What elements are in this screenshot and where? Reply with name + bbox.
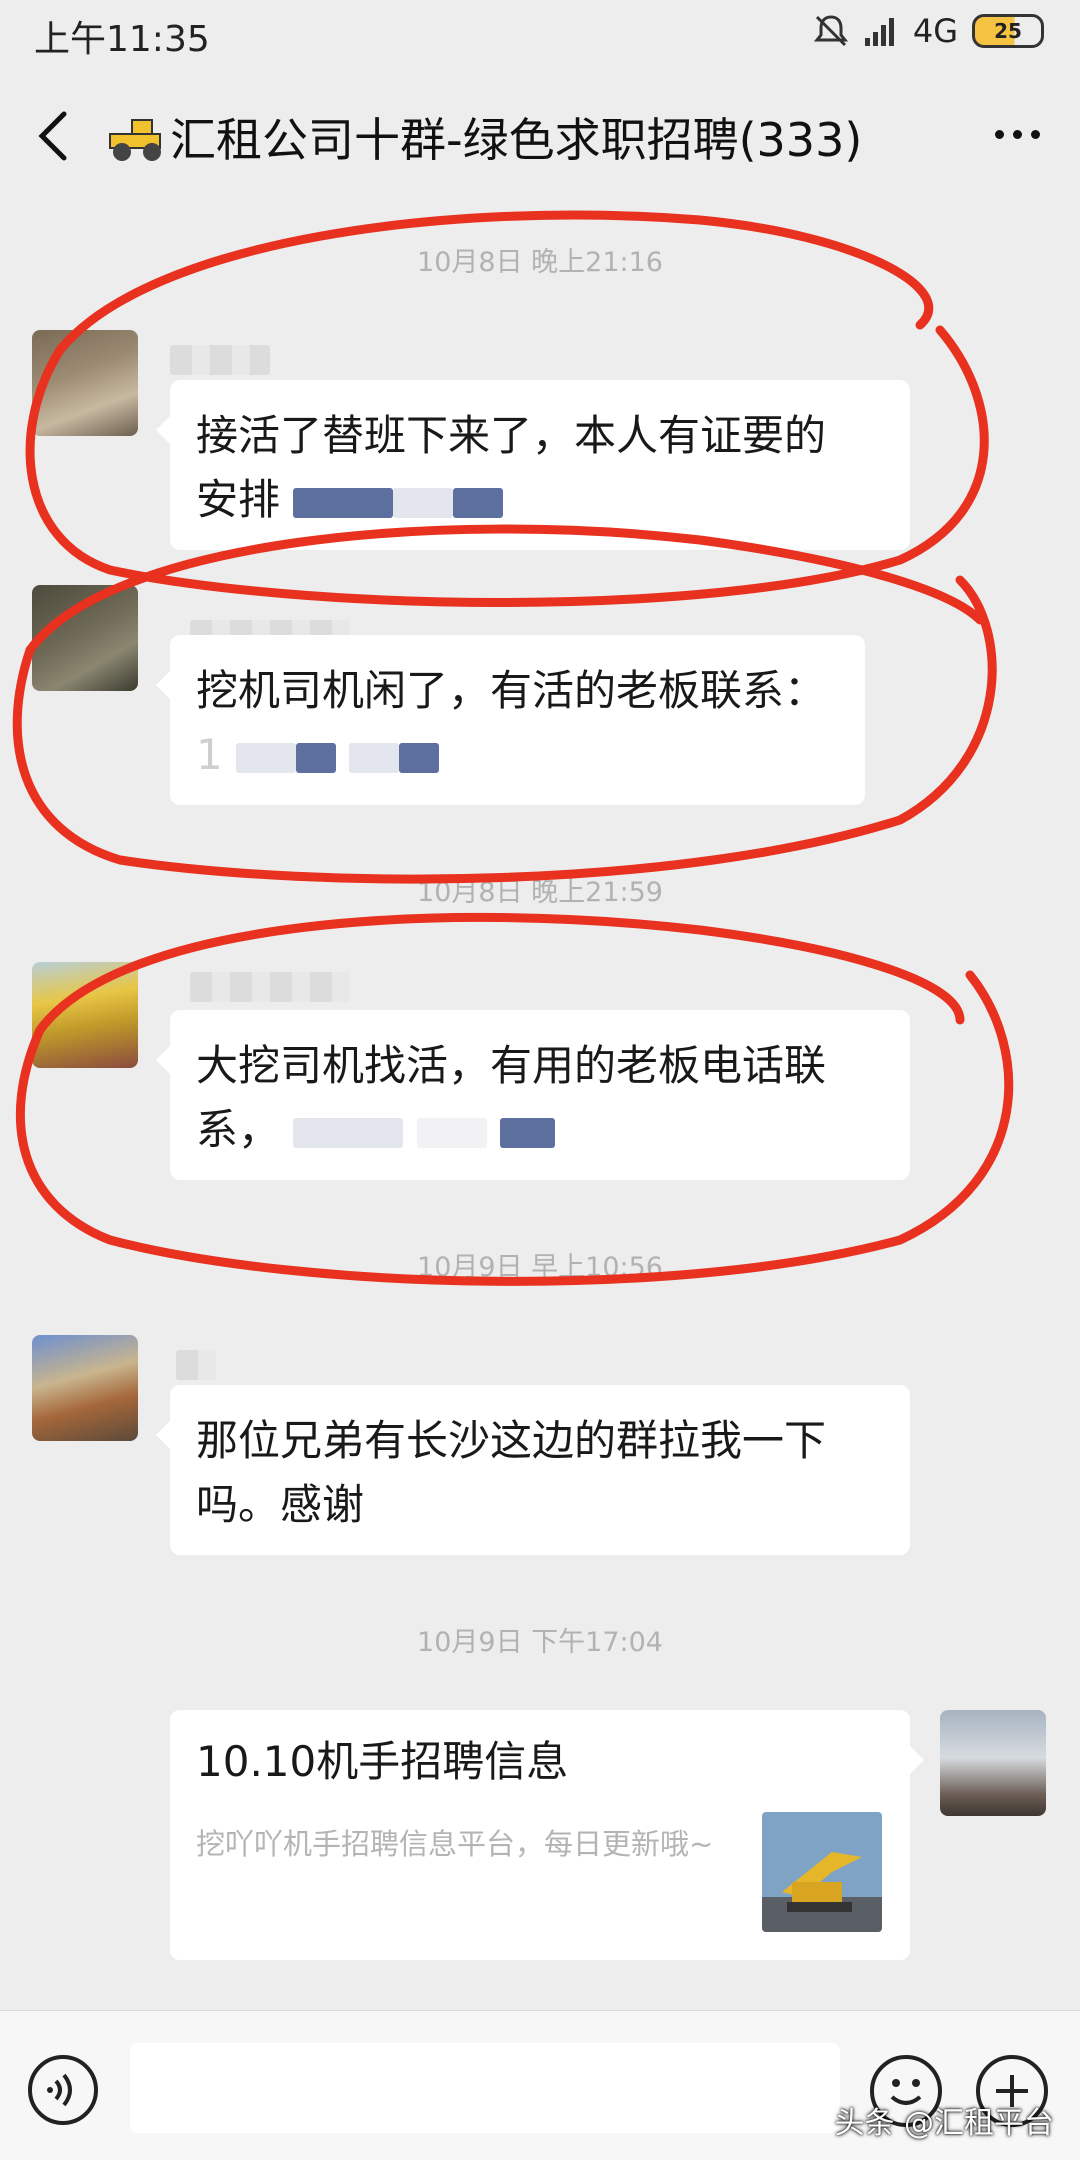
- link-card[interactable]: 10.10机手招聘信息 挖吖吖机手招聘信息平台，每日更新哦~: [170, 1710, 924, 1960]
- redacted-phone: [296, 742, 337, 773]
- message-bubble[interactable]: 挖机司机闲了，有活的老板联系： 1: [156, 635, 865, 805]
- message-text: 大挖司机找活，有用的老板电话联: [196, 1041, 827, 1090]
- tractor-icon: [109, 119, 161, 161]
- message-bubble[interactable]: 大挖司机找活，有用的老板电话联 系，: [156, 1010, 910, 1180]
- signal-icon: [863, 16, 899, 46]
- message-text: 系，: [196, 1098, 884, 1162]
- avatar[interactable]: [32, 585, 138, 691]
- timestamp: 10月9日 早上10:56: [417, 1252, 663, 1283]
- more-options-icon[interactable]: [995, 130, 1040, 139]
- redacted-phone: [500, 1117, 556, 1148]
- message-text: 1: [196, 723, 839, 787]
- timestamp: 10月9日 下午17:04: [417, 1627, 663, 1658]
- message-text: 挖机司机闲了，有活的老板联系：: [196, 666, 827, 715]
- message-input[interactable]: [130, 2043, 840, 2133]
- sender-name: [170, 345, 270, 375]
- sender-name: [190, 972, 350, 1002]
- message-text: 吗。感谢: [196, 1480, 365, 1529]
- back-arrow-icon[interactable]: [30, 108, 80, 164]
- timestamp: 10月8日 晚上21:59: [417, 877, 663, 908]
- network-type: 4G: [912, 12, 958, 50]
- chat-title: 汇租公司十群-绿色求职招聘(333): [170, 113, 863, 167]
- avatar[interactable]: [940, 1710, 1046, 1816]
- redacted-phone: [293, 487, 394, 518]
- battery-indicator: 25: [972, 14, 1044, 48]
- avatar[interactable]: [32, 330, 138, 436]
- avatar[interactable]: [32, 1335, 138, 1441]
- watermark: 头条 @汇租平台: [834, 2106, 1054, 2141]
- message-bubble[interactable]: 接活了替班下来了，本人有证要的 安排: [156, 380, 910, 550]
- voice-icon[interactable]: [28, 2055, 98, 2125]
- message-bubble[interactable]: 那位兄弟有长沙这边的群拉我一下 吗。感谢: [156, 1385, 910, 1555]
- message-text: 接活了替班下来了，本人有证要的: [196, 411, 827, 460]
- card-thumbnail: [762, 1812, 882, 1932]
- chat-header: 汇租公司十群-绿色求职招聘(333): [0, 70, 1080, 200]
- avatar[interactable]: [32, 962, 138, 1068]
- mute-icon: [813, 13, 849, 49]
- timestamp: 10月8日 晚上21:16: [417, 247, 663, 278]
- sender-name: [176, 1350, 216, 1380]
- card-title: 10.10机手招聘信息: [196, 1737, 569, 1786]
- message-text: 那位兄弟有长沙这边的群拉我一下: [196, 1416, 827, 1465]
- message-text: 安排: [196, 468, 884, 532]
- card-description: 挖吖吖机手招聘信息平台，每日更新哦~: [196, 1827, 714, 1861]
- status-time: 上午11:35: [34, 19, 210, 60]
- status-icons: 4G 25: [813, 12, 1044, 50]
- status-bar: 上午11:35 4G 25: [0, 0, 1080, 70]
